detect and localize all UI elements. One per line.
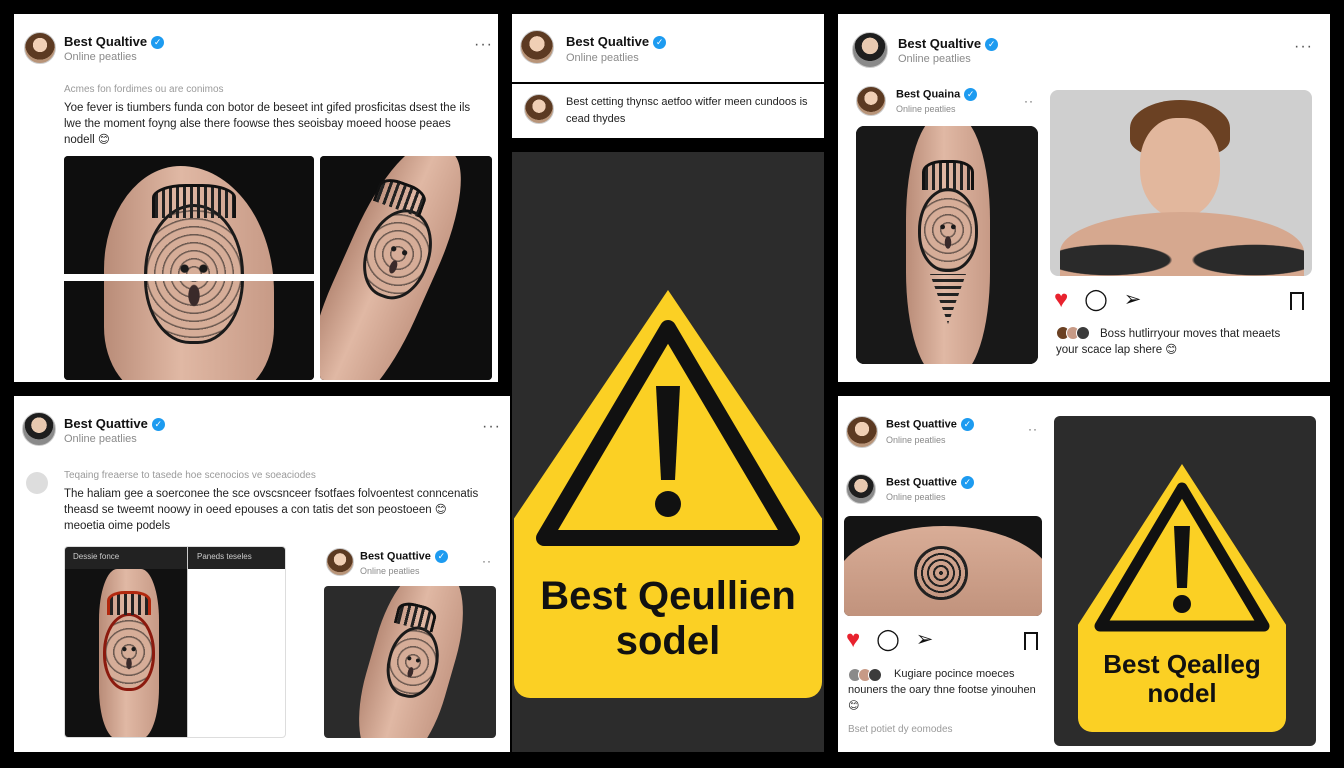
tattoo-image-colored[interactable]	[65, 569, 187, 737]
avatar[interactable]	[846, 474, 876, 504]
like-heart-icon[interactable]: ♥	[1054, 288, 1068, 312]
post-body: Yoe fever is tiumbers funda con botor de…	[64, 102, 471, 146]
avatar[interactable]	[24, 32, 56, 64]
username[interactable]: Best Quattive ✓	[64, 416, 165, 432]
more-options-icon[interactable]: ··	[1028, 423, 1038, 435]
like-heart-icon[interactable]: ♥	[846, 628, 860, 652]
tattoo-tab-panel: Dessie fonce Paneds teseles	[64, 546, 286, 738]
more-options-icon[interactable]: ···	[482, 419, 501, 435]
tab-divider	[187, 547, 188, 737]
comment-icon[interactable]: ◯	[1084, 289, 1108, 311]
tattoo-headdress	[152, 184, 236, 218]
warning-text: Best Qeullien sodel	[514, 574, 822, 664]
verified-badge-icon: ✓	[653, 36, 667, 50]
post-actions: ♥ ◯ ➢	[1054, 288, 1141, 312]
face	[1140, 118, 1220, 218]
avatar[interactable]	[846, 416, 878, 448]
avatar[interactable]	[856, 86, 886, 116]
warning-text: Best Qealleg nodel	[1078, 649, 1286, 709]
tattoo-image-back[interactable]	[844, 516, 1042, 616]
share-icon[interactable]: ➢	[1124, 289, 1142, 311]
warning-text-line-2: nodel	[1147, 678, 1217, 709]
tattoo-image-forearm[interactable]	[856, 126, 1038, 364]
post-meta: Acmes fon fordimes ou are conimos	[64, 84, 224, 95]
avatar[interactable]	[520, 30, 554, 64]
post-card-2: Best Qualtive ✓ Online peatlies	[512, 14, 824, 82]
inner-username[interactable]: Best Quattive ✓	[886, 476, 974, 489]
tattoo-headdress	[107, 591, 151, 615]
verified-badge-icon: ✓	[960, 476, 974, 489]
tattoo-headdress	[922, 160, 974, 190]
avatar[interactable]	[326, 548, 354, 576]
post-card-6: Best Quattive ✓ Online peatlies ·· Best Q…	[838, 396, 1330, 752]
post-body: The haliam gee a soerconee the sce ovscs…	[64, 488, 479, 532]
tattoo-face-art	[103, 613, 155, 691]
bookmark-icon[interactable]	[1290, 292, 1304, 310]
tattoo-image-shoulder[interactable]	[64, 156, 314, 380]
username[interactable]: Best Qualtive ✓	[898, 36, 999, 52]
user-subtitle: Online peatlies	[886, 435, 946, 445]
comment-icon[interactable]: ◯	[876, 629, 900, 651]
post-footer: Bset potiet dy eomodes	[848, 724, 953, 735]
verified-badge-icon: ✓	[960, 418, 974, 431]
more-options-icon[interactable]: ···	[1294, 39, 1313, 55]
verified-badge-icon: ✓	[434, 550, 448, 563]
comment-card: Best cetting thynsc aetfoo witfer meen c…	[512, 84, 824, 138]
user-subtitle: Online peatlies	[898, 53, 971, 65]
nested-subtitle: Online peatlies	[360, 566, 420, 576]
verified-badge-icon: ✓	[964, 88, 978, 101]
warning-text-line-2: sodel	[615, 618, 721, 663]
username[interactable]: Best Qualtive ✓	[566, 34, 667, 50]
nested-username[interactable]: Best Quattive ✓	[360, 550, 448, 563]
tattoo-image-forearm[interactable]	[324, 586, 496, 738]
tattoo-mandala	[914, 546, 968, 600]
username[interactable]: Best Qualtive ✓	[64, 34, 165, 50]
user-subtitle: Online peatlies	[64, 433, 137, 445]
post-meta: Teqaing freaerse to tasede hoe scenocios…	[64, 470, 316, 481]
avatar[interactable]	[852, 32, 888, 68]
tab-paneds[interactable]: Paneds teseles	[197, 552, 252, 561]
portrait-image[interactable]	[1050, 90, 1312, 276]
inner-subtitle: Online peatlies	[896, 104, 956, 114]
comment-text: Best cetting thynsc aetfoo witfer meen c…	[566, 96, 808, 125]
more-options-icon[interactable]: ··	[1024, 95, 1034, 107]
post-caption: Kugiare pocince moeces nouners the oary …	[848, 668, 1036, 712]
warning-text-line-1: Best Qealleg	[1103, 649, 1261, 679]
warning-triangle-icon	[1094, 482, 1270, 632]
avatar[interactable]	[22, 412, 56, 446]
post-card-4: Best Quattive ✓ Online peatlies ··· Teqai…	[14, 396, 510, 752]
post-caption: Boss hutlirryour moves that meaets your …	[1056, 328, 1281, 356]
username[interactable]: Best Quattive ✓	[886, 418, 974, 431]
verified-badge-icon: ✓	[151, 36, 165, 50]
placeholder-avatar	[26, 472, 48, 494]
inner-subtitle: Online peatlies	[886, 492, 946, 502]
warning-triangle-icon	[536, 320, 800, 546]
post-card-1: Best Qualtive ✓ Online peatlies ··· Acmes…	[14, 14, 498, 382]
more-options-icon[interactable]: ···	[474, 37, 493, 53]
verified-badge-icon: ✓	[985, 38, 999, 52]
share-icon[interactable]: ➢	[916, 629, 934, 651]
user-subtitle: Online peatlies	[64, 51, 137, 63]
user-subtitle: Online peatlies	[566, 52, 639, 64]
avatar[interactable]	[524, 94, 554, 124]
warning-text-line-1: Best Qeullien	[540, 574, 796, 618]
post-card-3: Best Qualtive ✓ Online peatlies ··· Best …	[838, 14, 1330, 382]
verified-badge-icon: ✓	[151, 418, 165, 432]
inner-username[interactable]: Best Quaina ✓	[896, 88, 978, 101]
tattoo-face-art	[918, 188, 978, 272]
tattooed-chest	[1060, 212, 1304, 276]
image-divider	[64, 274, 314, 281]
tab-dessie[interactable]: Dessie fonce	[73, 552, 119, 561]
post-actions: ♥ ◯ ➢	[846, 628, 933, 652]
bookmark-icon[interactable]	[1024, 632, 1038, 650]
tattoo-image-forearm[interactable]	[320, 156, 492, 380]
more-options-icon[interactable]: ··	[482, 555, 492, 567]
